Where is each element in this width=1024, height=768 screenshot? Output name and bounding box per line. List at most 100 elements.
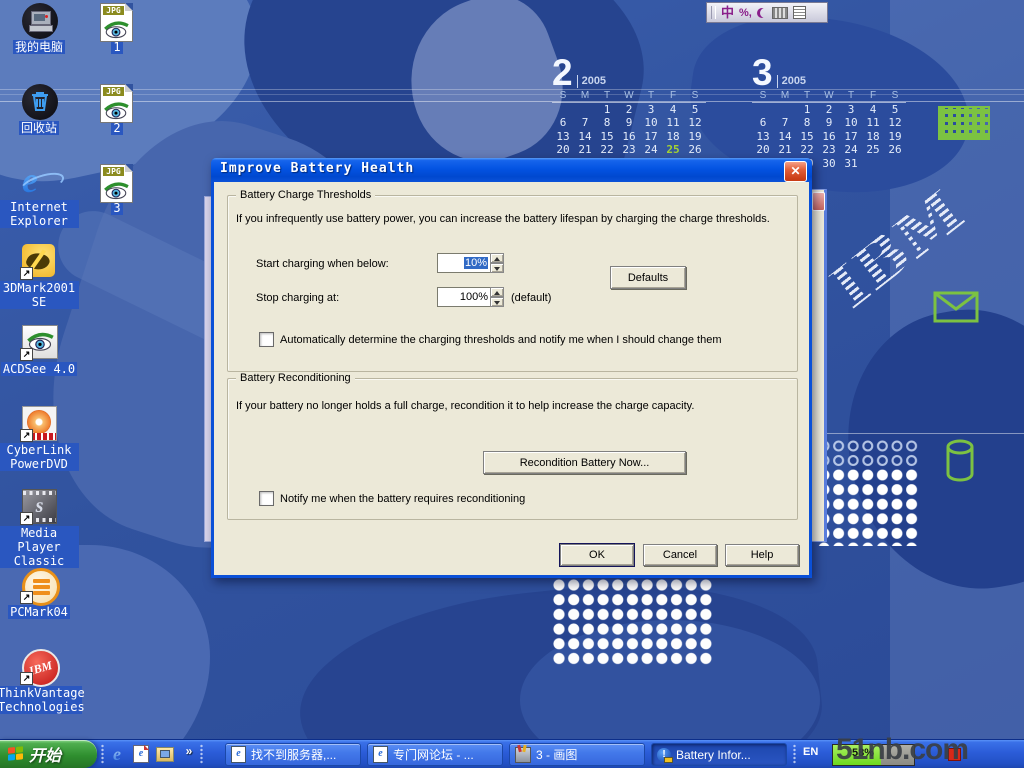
language-indicator[interactable]: EN	[803, 746, 818, 758]
desktop-icon-internet-explorer[interactable]: e Internet Explorer	[0, 163, 79, 228]
icon-label: CyberLink PowerDVD	[0, 443, 79, 471]
quick-launch-ie-icon[interactable]: e	[106, 743, 128, 765]
background-window-button[interactable]	[812, 192, 825, 211]
calendar-cell: F	[662, 89, 684, 103]
start-threshold-input[interactable]: 10%	[437, 253, 490, 273]
group-legend: Battery Charge Thresholds	[236, 189, 375, 201]
dialog-title: Improve Battery Health	[220, 161, 414, 176]
dot-pattern-rings	[817, 439, 919, 468]
spin-up-button[interactable]	[490, 253, 504, 263]
shortcut-arrow-icon: ↗	[20, 429, 33, 442]
calendar-cell: T	[796, 89, 818, 103]
dot-pattern-right	[817, 468, 919, 546]
dialog-body: Battery Charge Thresholds If you infrequ…	[214, 182, 809, 575]
dialog-titlebar[interactable]: Improve Battery Health ✕	[211, 158, 812, 182]
jpg-file-icon: JPG	[100, 84, 133, 123]
cancel-button[interactable]: Cancel	[643, 544, 717, 566]
desktop-icon-thinkvantage[interactable]: IBM ↗ ThinkVantage Technologies	[0, 649, 79, 714]
desktop-icon-recycle-bin[interactable]: 回收站	[0, 84, 79, 135]
calendar-cell: 9	[618, 116, 640, 129]
green-grid-icon	[938, 106, 990, 140]
tray-alert-icon[interactable]	[948, 748, 961, 761]
wallpaper-calendar-february: 2 2005 SMTWTFS12345678910111213141516171…	[552, 55, 710, 157]
close-icon[interactable]: ✕	[784, 161, 807, 182]
calendar-cell: T	[596, 89, 618, 103]
desktop-icon-jpg-1[interactable]: JPG 1	[78, 3, 156, 54]
taskbar-separator	[101, 744, 104, 764]
quick-launch-browser-icon[interactable]: e	[130, 743, 152, 765]
desktop-icon-pcmark04[interactable]: ↗ PCMark04	[0, 568, 79, 619]
language-bar[interactable]: 中 %,	[706, 2, 828, 23]
stop-threshold-input[interactable]: 100%	[437, 287, 490, 307]
battery-reconditioning-group: Battery Reconditioning If your battery n…	[227, 378, 798, 520]
ime-punctuation-icon[interactable]: %,	[739, 7, 752, 19]
battery-meter-empty	[881, 745, 914, 765]
calendar-cell: 15	[796, 130, 818, 143]
desktop-icon-my-computer[interactable]: 我的电脑	[0, 3, 79, 54]
task-button-paint[interactable]: 3 - 画图	[509, 743, 645, 766]
soft-keyboard-icon[interactable]	[772, 7, 788, 19]
recondition-battery-button[interactable]: Recondition Battery Now...	[483, 451, 686, 474]
icon-label: ThinkVantage Technologies	[0, 686, 82, 714]
icon-label: 3DMark2001 SE	[0, 281, 79, 309]
calendar-cell: 4	[662, 103, 684, 116]
ok-button[interactable]: OK	[560, 544, 634, 566]
ie-page-icon: e	[231, 746, 246, 763]
auto-determine-checkbox-label: Automatically determine the charging thr…	[280, 334, 721, 346]
ie-page-icon: e	[373, 746, 388, 763]
calendar-cell: 13	[752, 130, 774, 143]
calendar-cell: 23	[618, 143, 640, 156]
calendar-cell: 15	[596, 130, 618, 143]
ime-fullwidth-moon-icon[interactable]	[757, 8, 767, 18]
desktop-icon-jpg-2[interactable]: JPG 2	[78, 84, 156, 135]
desktop-icon-3dmark2001[interactable]: ↗ 3DMark2001 SE	[0, 244, 79, 309]
calendar-cell: 22	[596, 143, 618, 156]
ime-chinese-icon[interactable]: 中	[721, 4, 734, 21]
task-button-server-not-found[interactable]: e 找不到服务器,...	[225, 743, 361, 766]
spin-down-button[interactable]	[490, 297, 504, 307]
auto-determine-checkbox[interactable]	[259, 332, 274, 347]
defaults-button[interactable]: Defaults	[610, 266, 686, 289]
battery-percent: 58%	[852, 747, 874, 759]
start-button[interactable]: 开始	[0, 740, 97, 768]
calendar-cell: 9	[818, 116, 840, 129]
desktop-icon-powerdvd[interactable]: ↗ CyberLink PowerDVD	[0, 406, 79, 471]
calendar-cell: 12	[684, 116, 706, 129]
my-computer-icon	[22, 3, 58, 39]
spin-up-button[interactable]	[490, 287, 504, 297]
calendar-cell: 2	[818, 103, 840, 116]
task-button-battery-information[interactable]: ! Battery Infor...	[651, 743, 787, 766]
taskbar-separator	[793, 744, 796, 764]
language-bar-menu-icon[interactable]	[793, 6, 806, 19]
help-button[interactable]: Help	[725, 544, 799, 566]
quick-launch-chevron-icon[interactable]: »	[178, 740, 200, 762]
calendar-cell: 10	[640, 116, 662, 129]
desktop-icon-media-player-classic[interactable]: s ↗ Media Player Classic	[0, 489, 79, 568]
calendar-month-numeral: 3	[752, 58, 773, 88]
calendar-cell: 31	[840, 157, 862, 170]
calendar-cell	[774, 103, 796, 116]
notify-recondition-checkbox[interactable]	[259, 491, 274, 506]
language-bar-grip[interactable]	[711, 6, 716, 19]
start-label: 开始	[29, 742, 61, 766]
calendar-cell: 14	[574, 130, 596, 143]
calendar-cell: T	[840, 89, 862, 103]
calendar-grid: SMTWTFS123456789101112131415161718192021…	[552, 89, 710, 157]
spin-down-button[interactable]	[490, 263, 504, 273]
taskbar: 开始 e e » e 找不到服务器,... e 专门网论坛 - ... 3 - …	[0, 739, 1024, 768]
stop-charging-label: Stop charging at:	[256, 292, 339, 304]
calendar-cell: T	[640, 89, 662, 103]
calendar-cell: 12	[884, 116, 906, 129]
desktop-icon-jpg-3[interactable]: JPG 3	[78, 164, 156, 215]
calendar-cell: 10	[840, 116, 862, 129]
calendar-cell: 24	[640, 143, 662, 156]
calendar-cell: F	[862, 89, 884, 103]
calendar-cell: 11	[662, 116, 684, 129]
desktop-icon-acdsee[interactable]: ↗ ACDSee 4.0	[0, 325, 79, 376]
calendar-cell: S	[884, 89, 906, 103]
calendar-cell: 5	[684, 103, 706, 116]
task-button-forum[interactable]: e 专门网论坛 - ...	[367, 743, 503, 766]
icon-label: Internet Explorer	[0, 200, 79, 228]
show-desktop-icon[interactable]	[154, 743, 176, 765]
calendar-cell: 13	[552, 130, 574, 143]
